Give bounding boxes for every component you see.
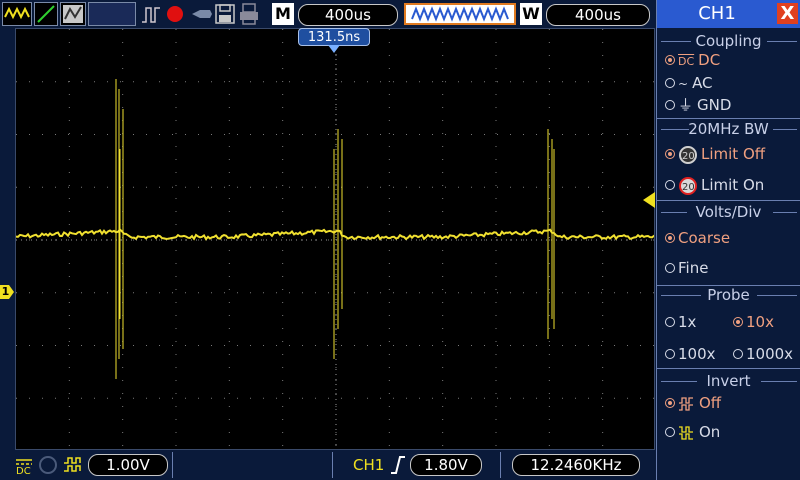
dc-coupling-icon: DC — [14, 455, 34, 477]
invert-off-option[interactable]: Off — [665, 393, 721, 413]
divider — [172, 452, 173, 478]
record-icon[interactable] — [164, 2, 186, 26]
coupling-section: Coupling DC DC ~ AC ⏚ GND — [657, 32, 800, 118]
ch1-scale[interactable]: 1.00V — [88, 454, 168, 476]
radio-icon — [665, 262, 675, 273]
radio-icon — [665, 348, 675, 359]
window-value[interactable]: 400us — [546, 4, 650, 26]
waveform-display — [15, 28, 655, 450]
trigger-source: CH1 — [353, 456, 385, 474]
divider — [500, 452, 501, 478]
probe-1x-option[interactable]: 1x — [665, 312, 696, 332]
waveform-window-overview[interactable] — [404, 3, 516, 25]
volts-div-title: Volts/Div — [695, 203, 762, 221]
bw-limit-off-label: Limit Off — [701, 145, 766, 163]
channel-wave-icon[interactable] — [2, 2, 32, 26]
probe-100x-label: 100x — [678, 345, 716, 363]
radio-icon — [665, 99, 675, 110]
top-toolbar: M 400us W 400us — [0, 0, 656, 28]
radio-selected-icon — [665, 54, 675, 65]
bw-limit-on-option[interactable]: 20 Limit On — [665, 175, 764, 196]
waveform-grid — [16, 29, 654, 449]
probe-icon[interactable] — [190, 2, 214, 26]
timebase-value[interactable]: 400us — [298, 4, 398, 26]
invert-title: Invert — [706, 372, 751, 390]
svg-text:DC: DC — [16, 466, 31, 475]
svg-text:20: 20 — [682, 182, 695, 193]
timebase-mode-label: M — [272, 3, 294, 25]
ch1-menu-panel: CH1 X Coupling DC DC ~ AC ⏚ GND 20MHz BW 20… — [656, 0, 800, 480]
coupling-gnd-option[interactable]: ⏚ GND — [665, 95, 731, 115]
cursor-line-icon[interactable] — [34, 2, 58, 26]
invert-off-icon — [679, 396, 693, 411]
coupling-dc-option[interactable]: DC DC — [665, 50, 720, 72]
invert-icon — [62, 455, 84, 475]
probe-100x-option[interactable]: 100x — [665, 344, 716, 364]
bw-20-limit-icon: 20 — [679, 176, 697, 195]
volts-div-section: Volts/Div Coarse Fine — [657, 203, 800, 285]
probe-10x-label: 10x — [746, 313, 774, 331]
coupling-dc-label: DC — [698, 51, 721, 69]
panel-title: CH1 — [698, 3, 736, 24]
bw-limit-on-label: Limit On — [701, 176, 765, 194]
coupling-gnd-label: GND — [697, 96, 732, 114]
invert-on-icon — [679, 425, 693, 440]
divider — [332, 452, 333, 478]
invert-off-label: Off — [699, 394, 722, 412]
invert-section: Invert Off On — [657, 372, 800, 452]
svg-text:20: 20 — [682, 151, 695, 162]
radio-selected-icon — [665, 232, 675, 243]
bw-title: 20MHz BW — [688, 120, 769, 138]
close-button[interactable]: X — [777, 3, 798, 24]
radio-selected-icon — [665, 148, 675, 159]
radio-icon — [665, 77, 675, 88]
radio-icon — [733, 348, 743, 359]
trigger-level[interactable]: 1.80V — [410, 454, 482, 476]
invert-on-label: On — [699, 423, 721, 441]
probe-title: Probe — [707, 286, 750, 304]
volts-coarse-option[interactable]: Coarse — [665, 228, 730, 248]
ac-symbol-icon: ~ — [678, 77, 689, 91]
frequency-readout: 12.2460KHz — [512, 454, 640, 476]
status-bar: DC 1.00V CH1 1.80V 12.2460KHz — [0, 450, 656, 480]
panel-header: CH1 X — [657, 0, 800, 28]
save-icon[interactable] — [214, 2, 236, 26]
volts-fine-label: Fine — [678, 259, 709, 277]
print-icon[interactable] — [238, 2, 260, 26]
dc-symbol-icon: DC — [678, 55, 695, 68]
rising-edge-icon — [390, 455, 406, 475]
probe-1000x-option[interactable]: 1000x — [733, 344, 793, 364]
radio-icon — [665, 179, 675, 190]
math-icon[interactable] — [60, 2, 86, 26]
radio-selected-icon — [665, 397, 675, 408]
trigger-time-marker[interactable]: 131.5ns — [298, 28, 370, 46]
volts-fine-option[interactable]: Fine — [665, 258, 708, 278]
pulse-trigger-icon[interactable] — [140, 2, 162, 26]
bw-limit-off-option[interactable]: 20 Limit Off — [665, 144, 765, 165]
bw-section: 20MHz BW 20 Limit Off 20 Limit On — [657, 120, 800, 200]
volts-coarse-label: Coarse — [678, 229, 731, 247]
probe-section: Probe 1x 10x 100x 1000x — [657, 286, 800, 368]
ground-icon: ⏚ — [678, 96, 694, 114]
coupling-ac-label: AC — [692, 74, 713, 92]
radio-icon — [665, 426, 675, 437]
coupling-ac-option[interactable]: ~ AC — [665, 73, 713, 94]
probe-10x-option[interactable]: 10x — [733, 312, 774, 332]
window-mode-label: W — [520, 3, 542, 25]
trigger-position-arrow — [328, 45, 340, 53]
invert-on-option[interactable]: On — [665, 422, 720, 442]
probe-1000x-label: 1000x — [746, 345, 794, 363]
bw-limit-icon — [38, 455, 58, 475]
trigger-level-marker — [643, 192, 655, 208]
radio-selected-icon — [733, 316, 743, 327]
bw-20-icon: 20 — [679, 145, 697, 164]
channel1-marker-label: 1 — [1, 285, 10, 298]
empty-slot — [88, 2, 136, 26]
coupling-title: Coupling — [695, 32, 762, 50]
probe-1x-label: 1x — [678, 313, 697, 331]
radio-icon — [665, 316, 675, 327]
